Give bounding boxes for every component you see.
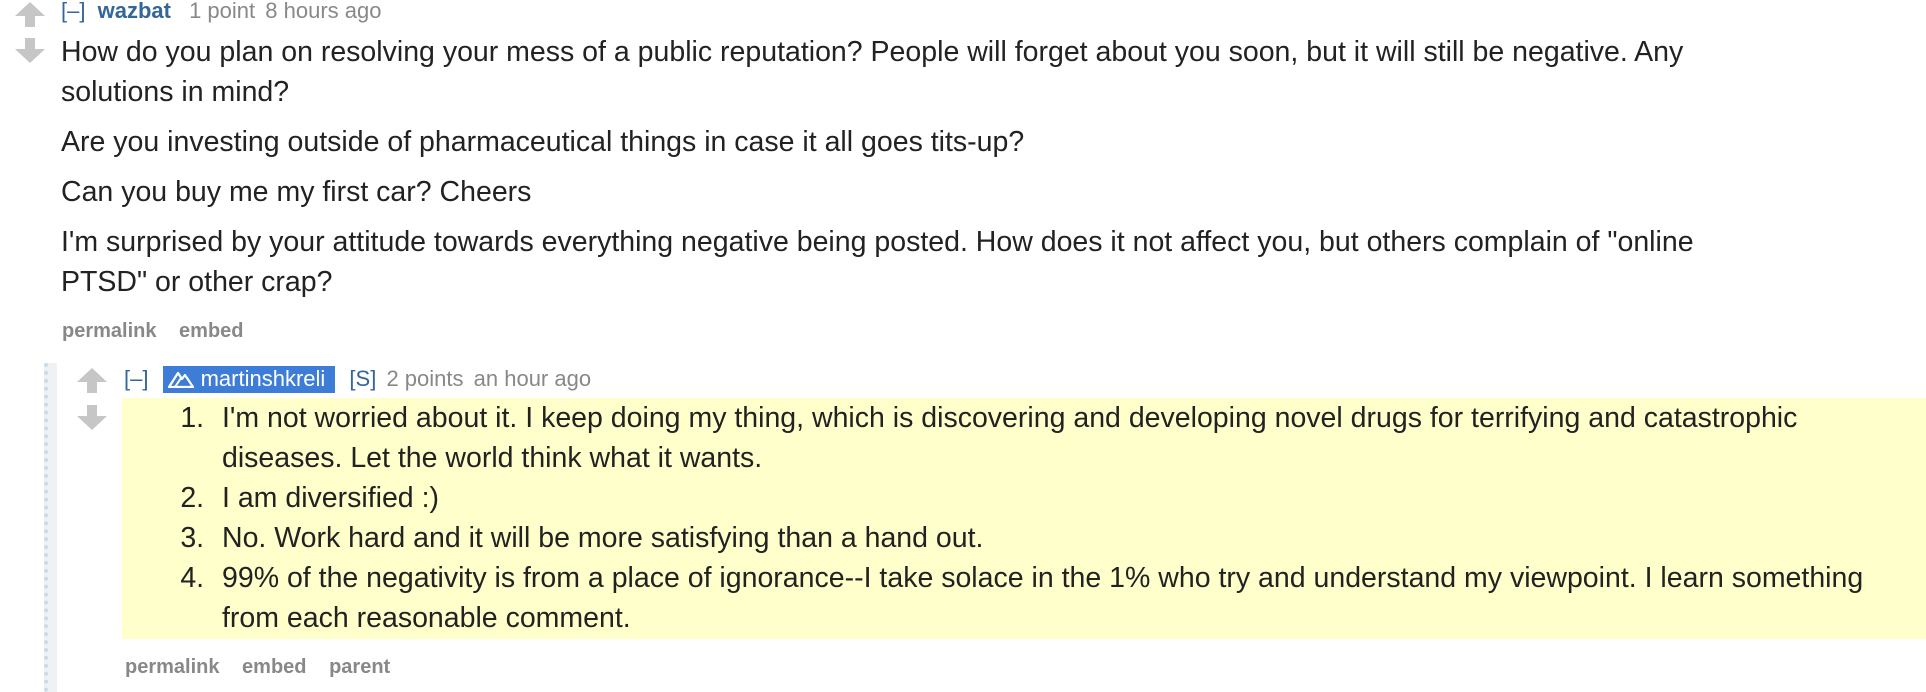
comment-score: 1 point — [189, 0, 256, 23]
comment-body: How do you plan on resolving your mess o… — [61, 32, 1781, 302]
permalink-link[interactable]: permalink — [125, 656, 219, 678]
comment-tagline: [–] wazbat 1 point 8 hours ago — [61, 0, 381, 22]
op-mountain-icon — [167, 371, 194, 388]
list-item: I am diversified :) — [212, 478, 1892, 518]
collapse-toggle[interactable]: [–] — [124, 366, 148, 391]
list-item: No. Work hard and it will be more satisf… — [212, 518, 1892, 558]
comment-score: 2 points — [386, 366, 464, 391]
embed-link[interactable]: embed — [179, 320, 243, 342]
list-item: I'm not worried about it. I keep doing m… — [212, 398, 1892, 478]
op-author-badge[interactable]: martinshkreli — [162, 366, 336, 393]
parent-link[interactable]: parent — [329, 656, 390, 678]
author-link[interactable]: martinshkreli — [201, 366, 326, 391]
embed-link[interactable]: embed — [242, 656, 306, 678]
reply-list: I'm not worried about it. I keep doing m… — [122, 398, 1892, 638]
list-item: 99% of the negativity is from a place of… — [212, 558, 1892, 638]
downvote-arrow-icon[interactable] — [77, 405, 107, 430]
reply-buttons: permalink embed parent — [125, 656, 407, 679]
comment-buttons: permalink embed — [62, 320, 261, 343]
comment-time: 8 hours ago — [265, 0, 382, 23]
comment-paragraph: Are you investing outside of pharmaceuti… — [61, 126, 1025, 158]
downvote-arrow-icon[interactable] — [15, 38, 45, 63]
child-thread-line — [44, 363, 57, 692]
permalink-link[interactable]: permalink — [62, 320, 156, 342]
collapse-toggle[interactable]: [–] — [61, 0, 85, 23]
upvote-arrow-icon[interactable] — [15, 2, 45, 27]
comment-paragraph: Can you buy me my first car? Cheers — [61, 176, 532, 208]
upvote-arrow-icon[interactable] — [77, 368, 107, 393]
reply-body: I'm not worried about it. I keep doing m… — [122, 398, 1863, 638]
comment-paragraph: I'm surprised by your attitude towards e… — [61, 226, 1694, 298]
author-link[interactable]: wazbat — [98, 0, 171, 23]
reply-tagline: [–] martinshkreli [S] 2 points an hour a… — [124, 366, 591, 393]
comment-thread: [–] wazbat 1 point 8 hours ago How do yo… — [0, 0, 1926, 692]
comment-paragraph: How do you plan on resolving your mess o… — [61, 36, 1684, 108]
comment-time: an hour ago — [473, 366, 592, 391]
submitter-tag[interactable]: [S] — [349, 366, 376, 391]
